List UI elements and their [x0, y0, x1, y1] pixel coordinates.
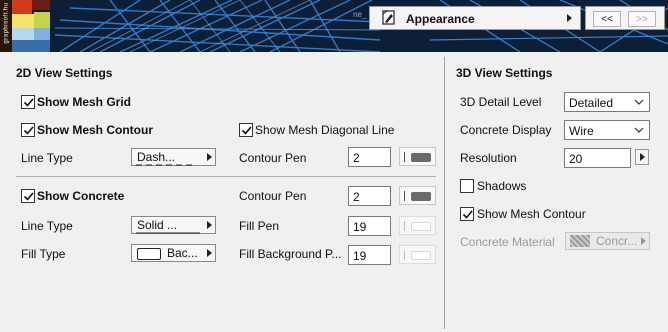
banner-side-text: ne_ [353, 10, 367, 19]
chevron-down-icon [634, 99, 644, 105]
concrete-material-popup[interactable]: Concr... [565, 232, 650, 250]
fill-bg-pen-label: Fill Background P... [239, 247, 342, 261]
show-mesh-contour-3d-checkbox[interactable] [460, 207, 474, 221]
arrow-right-icon [640, 153, 645, 161]
fill-bg-pen-value: 19 [353, 249, 367, 263]
show-mesh-contour-label: Show Mesh Contour [37, 123, 153, 137]
concrete-line-type-popup[interactable]: Solid ... [131, 216, 216, 234]
checkmark-icon [23, 98, 34, 107]
pen-swatch-icon [411, 153, 431, 162]
solid-line-preview [136, 232, 200, 234]
line-type-value: Dash... [137, 150, 176, 164]
checkmark-icon [23, 192, 34, 201]
shadows-checkbox[interactable] [460, 179, 474, 193]
concrete-material-value: Concr... [596, 234, 638, 248]
checkmark-icon [462, 210, 473, 219]
contour-pen-picker[interactable] [399, 147, 436, 166]
dash-line-preview [136, 164, 196, 166]
concrete-contour-pen-label: Contour Pen [239, 189, 307, 203]
show-mesh-diagonal-checkbox[interactable] [239, 123, 253, 137]
fill-pen-label: Fill Pen [239, 219, 280, 233]
line-type-popup[interactable]: Dash... [131, 148, 216, 166]
pen-swatch-icon [411, 251, 431, 260]
detail-level-label: 3D Detail Level [460, 95, 542, 109]
fill-pen-picker[interactable] [399, 216, 436, 235]
resolution-arrow-button[interactable] [635, 149, 649, 165]
resolution-label: Resolution [460, 151, 517, 165]
next-panel-button[interactable]: >> [628, 11, 656, 27]
concrete-contour-pen-value: 2 [353, 190, 360, 204]
popup-arrow-icon [207, 221, 212, 229]
fill-swatch-icon [137, 248, 161, 260]
shadows-label: Shadows [477, 179, 527, 193]
show-mesh-grid-label: Show Mesh Grid [37, 95, 132, 109]
show-concrete-label: Show Concrete [37, 189, 125, 203]
concrete-display-select[interactable]: Wire [564, 120, 650, 140]
chevron-down-icon [634, 127, 644, 133]
fill-pen-input[interactable]: 19 [348, 216, 391, 236]
show-mesh-contour-3d-label: Show Mesh Contour [477, 207, 586, 221]
detail-level-value: Detailed [569, 96, 614, 110]
resolution-input[interactable]: 20 [564, 148, 631, 168]
show-mesh-contour-checkbox[interactable] [21, 123, 35, 137]
nav-group: << >> [585, 6, 665, 30]
panel-selector[interactable]: Appearance [369, 6, 581, 30]
fill-bg-pen-input[interactable]: 19 [348, 245, 391, 265]
show-concrete-checkbox[interactable] [21, 189, 35, 203]
show-mesh-grid-checkbox[interactable] [21, 95, 35, 109]
panel-selector-label: Appearance [406, 12, 475, 26]
contour-pen-input[interactable]: 2 [348, 147, 391, 167]
panel-selector-arrow-icon [567, 14, 572, 22]
fill-pen-value: 19 [353, 220, 367, 234]
checkmark-icon [241, 126, 252, 135]
popup-arrow-icon [207, 249, 212, 257]
concrete-contour-pen-input[interactable]: 2 [348, 186, 391, 206]
popup-arrow-icon [641, 237, 646, 245]
material-swatch-icon [570, 235, 590, 247]
concrete-line-type-value: Solid ... [137, 218, 178, 232]
panel-divider [444, 57, 445, 329]
contour-pen-value: 2 [353, 151, 360, 165]
view3d-title: 3D View Settings [456, 66, 553, 80]
resolution-value: 20 [569, 152, 583, 166]
detail-level-select[interactable]: Detailed [564, 92, 650, 112]
contour-pen-label: Contour Pen [239, 151, 307, 165]
pen-swatch-icon [411, 222, 431, 231]
concrete-contour-pen-picker[interactable] [399, 186, 436, 205]
concrete-material-label: Concrete Material [460, 235, 555, 249]
concrete-line-type-label: Line Type [21, 219, 73, 233]
show-mesh-diagonal-label: Show Mesh Diagonal Line [255, 123, 395, 137]
header-banner: graphisoft.hu ne_ Appearance << >> [0, 0, 668, 52]
pen-swatch-icon [411, 192, 431, 201]
line-type-label: Line Type [21, 151, 73, 165]
concrete-display-label: Concrete Display [460, 123, 552, 137]
fill-bg-pen-picker[interactable] [399, 245, 436, 264]
fill-type-popup[interactable]: Bac... [131, 244, 216, 262]
fill-type-label: Fill Type [21, 247, 66, 261]
banner-vertical-text: graphisoft.hu [3, 2, 10, 44]
fill-type-value: Bac... [167, 246, 198, 260]
view2d-title: 2D View Settings [16, 66, 113, 80]
section-divider [16, 176, 436, 177]
prev-panel-button[interactable]: << [593, 11, 621, 27]
concrete-display-value: Wire [569, 124, 594, 138]
checkmark-icon [23, 126, 34, 135]
popup-arrow-icon [207, 153, 212, 161]
